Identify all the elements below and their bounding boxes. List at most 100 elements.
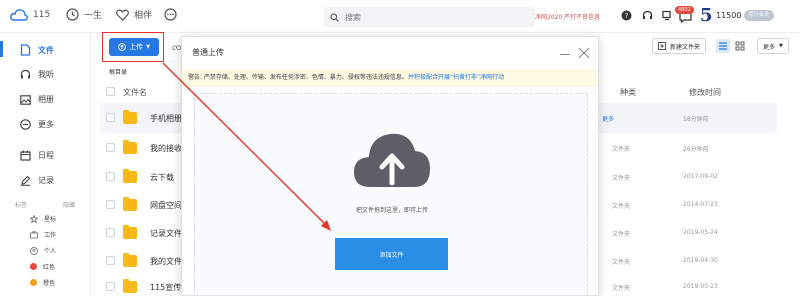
tag-work[interactable]: 工作 <box>30 230 56 239</box>
tag-label: 工作 <box>44 232 57 239</box>
tag-star[interactable]: 星标 <box>30 214 56 223</box>
life-label: 一生 <box>84 11 103 21</box>
more-dots-button[interactable] <box>164 8 177 21</box>
orange-dot-icon <box>30 279 37 286</box>
file-name[interactable]: 我的接收 <box>150 143 182 154</box>
device-icon[interactable] <box>662 10 673 21</box>
file-name[interactable]: 我的文件 <box>150 256 182 267</box>
warning-link[interactable]: 并积极配合开展“扫黄打非”净网行动 <box>408 74 504 81</box>
file-time: 2014-07-23 <box>683 201 718 208</box>
sidebar-item-files[interactable]: 文件 <box>20 44 54 56</box>
headset-icon[interactable] <box>642 10 653 21</box>
folder-icon <box>123 279 137 293</box>
file-type: 文件夹 <box>612 146 631 153</box>
cloud-icon <box>10 8 28 22</box>
heart-icon <box>116 9 129 21</box>
tag-personal[interactable]: 个人 <box>30 246 56 255</box>
user-number[interactable]: 11500 <box>716 11 741 20</box>
row-checkbox[interactable] <box>106 200 115 209</box>
more-circle-icon <box>20 119 31 130</box>
file-name[interactable]: 115宣传 <box>150 282 181 293</box>
more-dropdown-label: 更多 <box>763 43 776 51</box>
file-time: 2019-05-24 <box>683 229 718 236</box>
column-type[interactable]: 种类 <box>620 87 636 98</box>
tags-header: 标签 隐藏 <box>15 200 75 209</box>
file-type: 文件夹 <box>612 259 631 266</box>
close-icon[interactable] <box>578 47 590 59</box>
brand-five-logo: 5 <box>700 5 713 26</box>
sidebar-item-label: 相册 <box>38 95 54 104</box>
row-checkbox[interactable] <box>106 228 115 237</box>
more-dropdown-button[interactable]: 更多 ▼ <box>757 38 789 54</box>
row-checkbox[interactable] <box>106 282 115 291</box>
logo-115[interactable]: 115 <box>10 8 50 22</box>
folder-icon <box>123 253 137 267</box>
folder-icon <box>123 225 137 239</box>
person-icon <box>30 246 38 255</box>
tags-title: 标签 <box>15 202 28 209</box>
folder-icon <box>123 197 137 211</box>
help-icon[interactable]: ? <box>621 10 632 21</box>
tag-orange[interactable]: 橙色 <box>30 278 55 287</box>
calendar-icon <box>20 150 31 161</box>
file-time: 2019-04-30 <box>683 257 718 264</box>
search-input[interactable] <box>345 12 525 22</box>
row-checkbox[interactable] <box>106 172 115 181</box>
row-checkbox[interactable] <box>106 256 115 265</box>
warning-banner: 警告: 严禁存储、处理、传输、发布任何涉密、色情、暴力、侵权等违法违规信息。并积… <box>182 69 598 87</box>
svg-text:?: ? <box>625 12 629 20</box>
minimize-icon[interactable] <box>559 48 571 60</box>
search-box[interactable] <box>324 7 535 27</box>
column-filename[interactable]: 文件名 <box>123 87 147 98</box>
album-nav[interactable]: 相伴 <box>116 8 152 21</box>
life-nav[interactable]: 一生 <box>66 8 102 21</box>
breadcrumb[interactable]: 根目录 <box>109 67 127 76</box>
sidebar-item-notes[interactable]: 记录 <box>20 175 54 186</box>
file-type: 文件夹 <box>612 231 631 238</box>
edit-icon <box>20 175 31 186</box>
drop-zone[interactable]: 把文件拖到这里，即可上传 添加文件 <box>194 93 588 295</box>
notice-text[interactable]: 净网2020 严打不良信息 <box>535 12 600 21</box>
file-time: 2019-05-23 <box>683 283 718 290</box>
file-name[interactable]: 手机相册 <box>150 113 182 124</box>
active-indicator <box>0 41 3 57</box>
clock-icon <box>66 8 79 21</box>
column-modified[interactable]: 修改时间 <box>689 87 721 98</box>
add-file-button[interactable]: 添加文件 <box>335 238 448 270</box>
tags-manage[interactable]: 隐藏 <box>63 200 75 209</box>
file-name[interactable]: 网盘空间 <box>150 200 182 211</box>
select-all-checkbox[interactable] <box>106 87 115 96</box>
logo-label: 115 <box>33 10 51 20</box>
sidebar-item-calendar[interactable]: 日程 <box>20 150 54 161</box>
vip-badge[interactable]: 原汁会员 <box>744 10 774 21</box>
briefcase-icon <box>30 230 38 239</box>
tag-red[interactable]: 红色 <box>30 262 55 271</box>
new-folder-button[interactable]: 新建文件夹 <box>652 38 707 54</box>
file-type: 文件夹 <box>612 203 631 210</box>
grid-view-icon[interactable] <box>733 39 747 53</box>
sidebar-item-listen[interactable]: 我听 <box>20 69 54 80</box>
sidebar-item-label: 日程 <box>38 151 54 160</box>
drop-hint: 把文件拖到这里，即可上传 <box>355 207 428 214</box>
row-more-link[interactable]: 更多 <box>602 114 614 123</box>
file-type: 文件夹 <box>612 175 631 182</box>
sidebar: 文件 我听 相册 更多 日程 记录 标签 隐藏 星标 工作 个人 红色 橙色 <box>0 33 91 296</box>
tag-label: 个人 <box>44 248 57 255</box>
album-label: 相伴 <box>134 11 153 21</box>
sidebar-item-photos[interactable]: 相册 <box>20 94 54 105</box>
tag-label: 红色 <box>43 264 56 271</box>
row-checkbox[interactable] <box>106 143 115 152</box>
file-time: 26分钟前 <box>683 146 709 153</box>
red-dot-icon <box>30 263 37 270</box>
file-name[interactable]: 记录文件 <box>150 228 182 239</box>
list-view-icon[interactable] <box>716 39 730 53</box>
folder-icon <box>123 169 137 183</box>
more-dots-icon <box>164 8 177 21</box>
new-folder-icon <box>658 42 666 50</box>
sidebar-item-label: 记录 <box>38 176 54 185</box>
row-checkbox[interactable] <box>106 113 115 122</box>
warning-text: 警告: 严禁存储、处理、传输、发布任何涉密、色情、暴力、侵权等违法违规信息。 <box>188 74 408 81</box>
sidebar-item-more[interactable]: 更多 <box>20 119 54 130</box>
file-name[interactable]: 云下载 <box>150 172 174 183</box>
sidebar-item-label: 我听 <box>38 70 54 79</box>
